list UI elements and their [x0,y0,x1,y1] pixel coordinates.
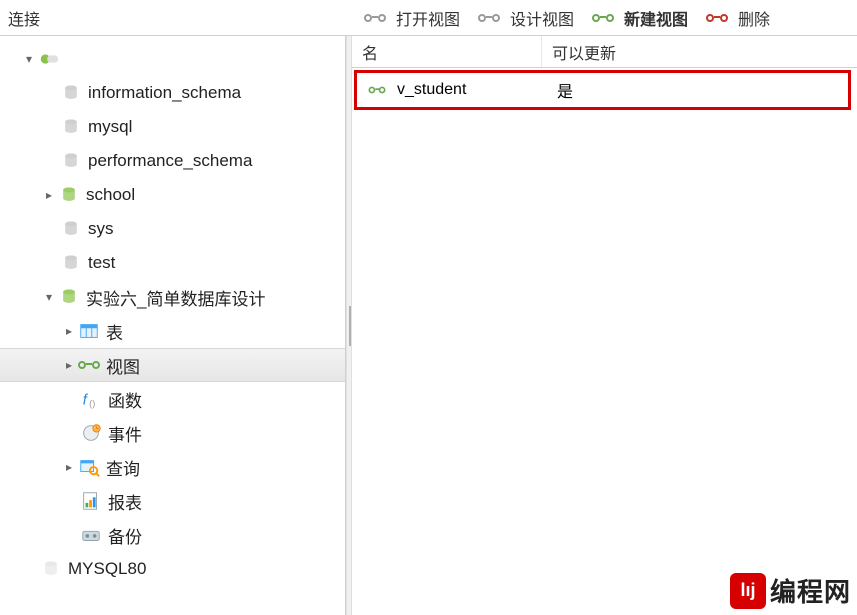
watermark-badge: lıj [730,573,766,609]
svg-text:f: f [83,393,89,409]
glasses-icon [478,7,500,29]
tree-connection-mysql80[interactable]: MYSQL80 [0,552,345,586]
chevron-down-icon[interactable]: ▾ [20,52,38,66]
tree-node-functions[interactable]: f() 函数 [0,382,345,416]
toolbar: 打开视图 设计视图 新建视图 删除 [346,4,857,32]
highlight-annotation: v_student 是 [354,70,851,110]
tree-db-school[interactable]: ▸ school [0,178,345,212]
database-icon [60,116,82,138]
tree-connection[interactable]: ▾ [0,42,345,76]
chevron-right-icon[interactable]: ▸ [60,358,78,372]
table-icon [78,320,100,342]
glasses-icon [706,7,728,29]
database-icon [60,82,82,104]
backup-icon [80,524,102,546]
glasses-icon [367,79,387,101]
tables-label: 表 [106,319,123,344]
chevron-right-icon[interactable]: ▸ [60,460,78,474]
new-view-label: 新建视图 [624,6,688,30]
functions-label: 函数 [108,387,142,412]
database-icon [58,184,80,206]
mysql80-label: MYSQL80 [68,559,146,579]
glasses-icon [364,7,386,29]
database-icon [40,558,62,580]
grid-header: 名 可以更新 [352,36,857,68]
db-label: mysql [88,117,132,137]
tree-node-queries[interactable]: ▸ 查询 [0,450,345,484]
delete-view-button[interactable]: 删除 [700,4,776,32]
delete-view-label: 删除 [738,6,770,30]
database-icon [60,218,82,240]
queries-label: 查询 [106,455,140,480]
chevron-right-icon[interactable]: ▸ [40,188,58,202]
database-icon [58,286,80,308]
db-label: sys [88,219,114,239]
reports-label: 报表 [108,489,142,514]
db-label: 实验六_简单数据库设计 [86,285,265,310]
panel-title: 连接 [0,6,346,30]
design-view-button[interactable]: 设计视图 [472,4,580,32]
tree-node-backup[interactable]: 备份 [0,518,345,552]
glasses-icon [592,7,614,29]
events-label: 事件 [108,421,142,446]
open-view-label: 打开视图 [396,6,460,30]
column-name-header[interactable]: 名 [352,36,542,67]
row-name-value: v_student [397,81,466,99]
svg-text:(): () [89,398,95,408]
tree-db-mysql[interactable]: mysql [0,110,345,144]
tree-db-exp6[interactable]: ▾ 实验六_简单数据库设计 [0,280,345,314]
tree-node-reports[interactable]: 报表 [0,484,345,518]
open-view-button[interactable]: 打开视图 [358,4,466,32]
row-updatable-value: 是 [547,78,848,102]
connection-icon [38,48,60,70]
tree-db-sys[interactable]: sys [0,212,345,246]
clock-icon [80,422,102,444]
glasses-icon [78,354,100,376]
db-label: performance_schema [88,151,252,171]
column-updatable-header[interactable]: 可以更新 [542,40,857,64]
splitter[interactable] [346,36,352,615]
views-label: 视图 [106,353,140,378]
db-label: school [86,185,135,205]
sidebar: ▾ information_schema mysql performance_s… [0,36,346,615]
design-view-label: 设计视图 [510,6,574,30]
report-icon [80,490,102,512]
db-label: test [88,253,115,273]
db-label: information_schema [88,83,241,103]
function-icon: f() [80,388,102,410]
database-icon [60,252,82,274]
tree-db-information-schema[interactable]: information_schema [0,76,345,110]
chevron-right-icon[interactable]: ▸ [60,324,78,338]
watermark: lıj 编程网 [730,572,851,609]
watermark-text: 编程网 [770,572,851,609]
query-icon [78,456,100,478]
new-view-button[interactable]: 新建视图 [586,4,694,32]
chevron-down-icon[interactable]: ▾ [40,290,58,304]
tree-node-events[interactable]: 事件 [0,416,345,450]
tree-db-performance-schema[interactable]: performance_schema [0,144,345,178]
tree-db-test[interactable]: test [0,246,345,280]
content-panel: 名 可以更新 v_student 是 [352,36,857,615]
grid-row[interactable]: v_student 是 [357,73,848,107]
database-icon [60,150,82,172]
tree-node-views[interactable]: ▸ 视图 [0,348,345,382]
backup-label: 备份 [108,523,142,548]
tree-node-tables[interactable]: ▸ 表 [0,314,345,348]
